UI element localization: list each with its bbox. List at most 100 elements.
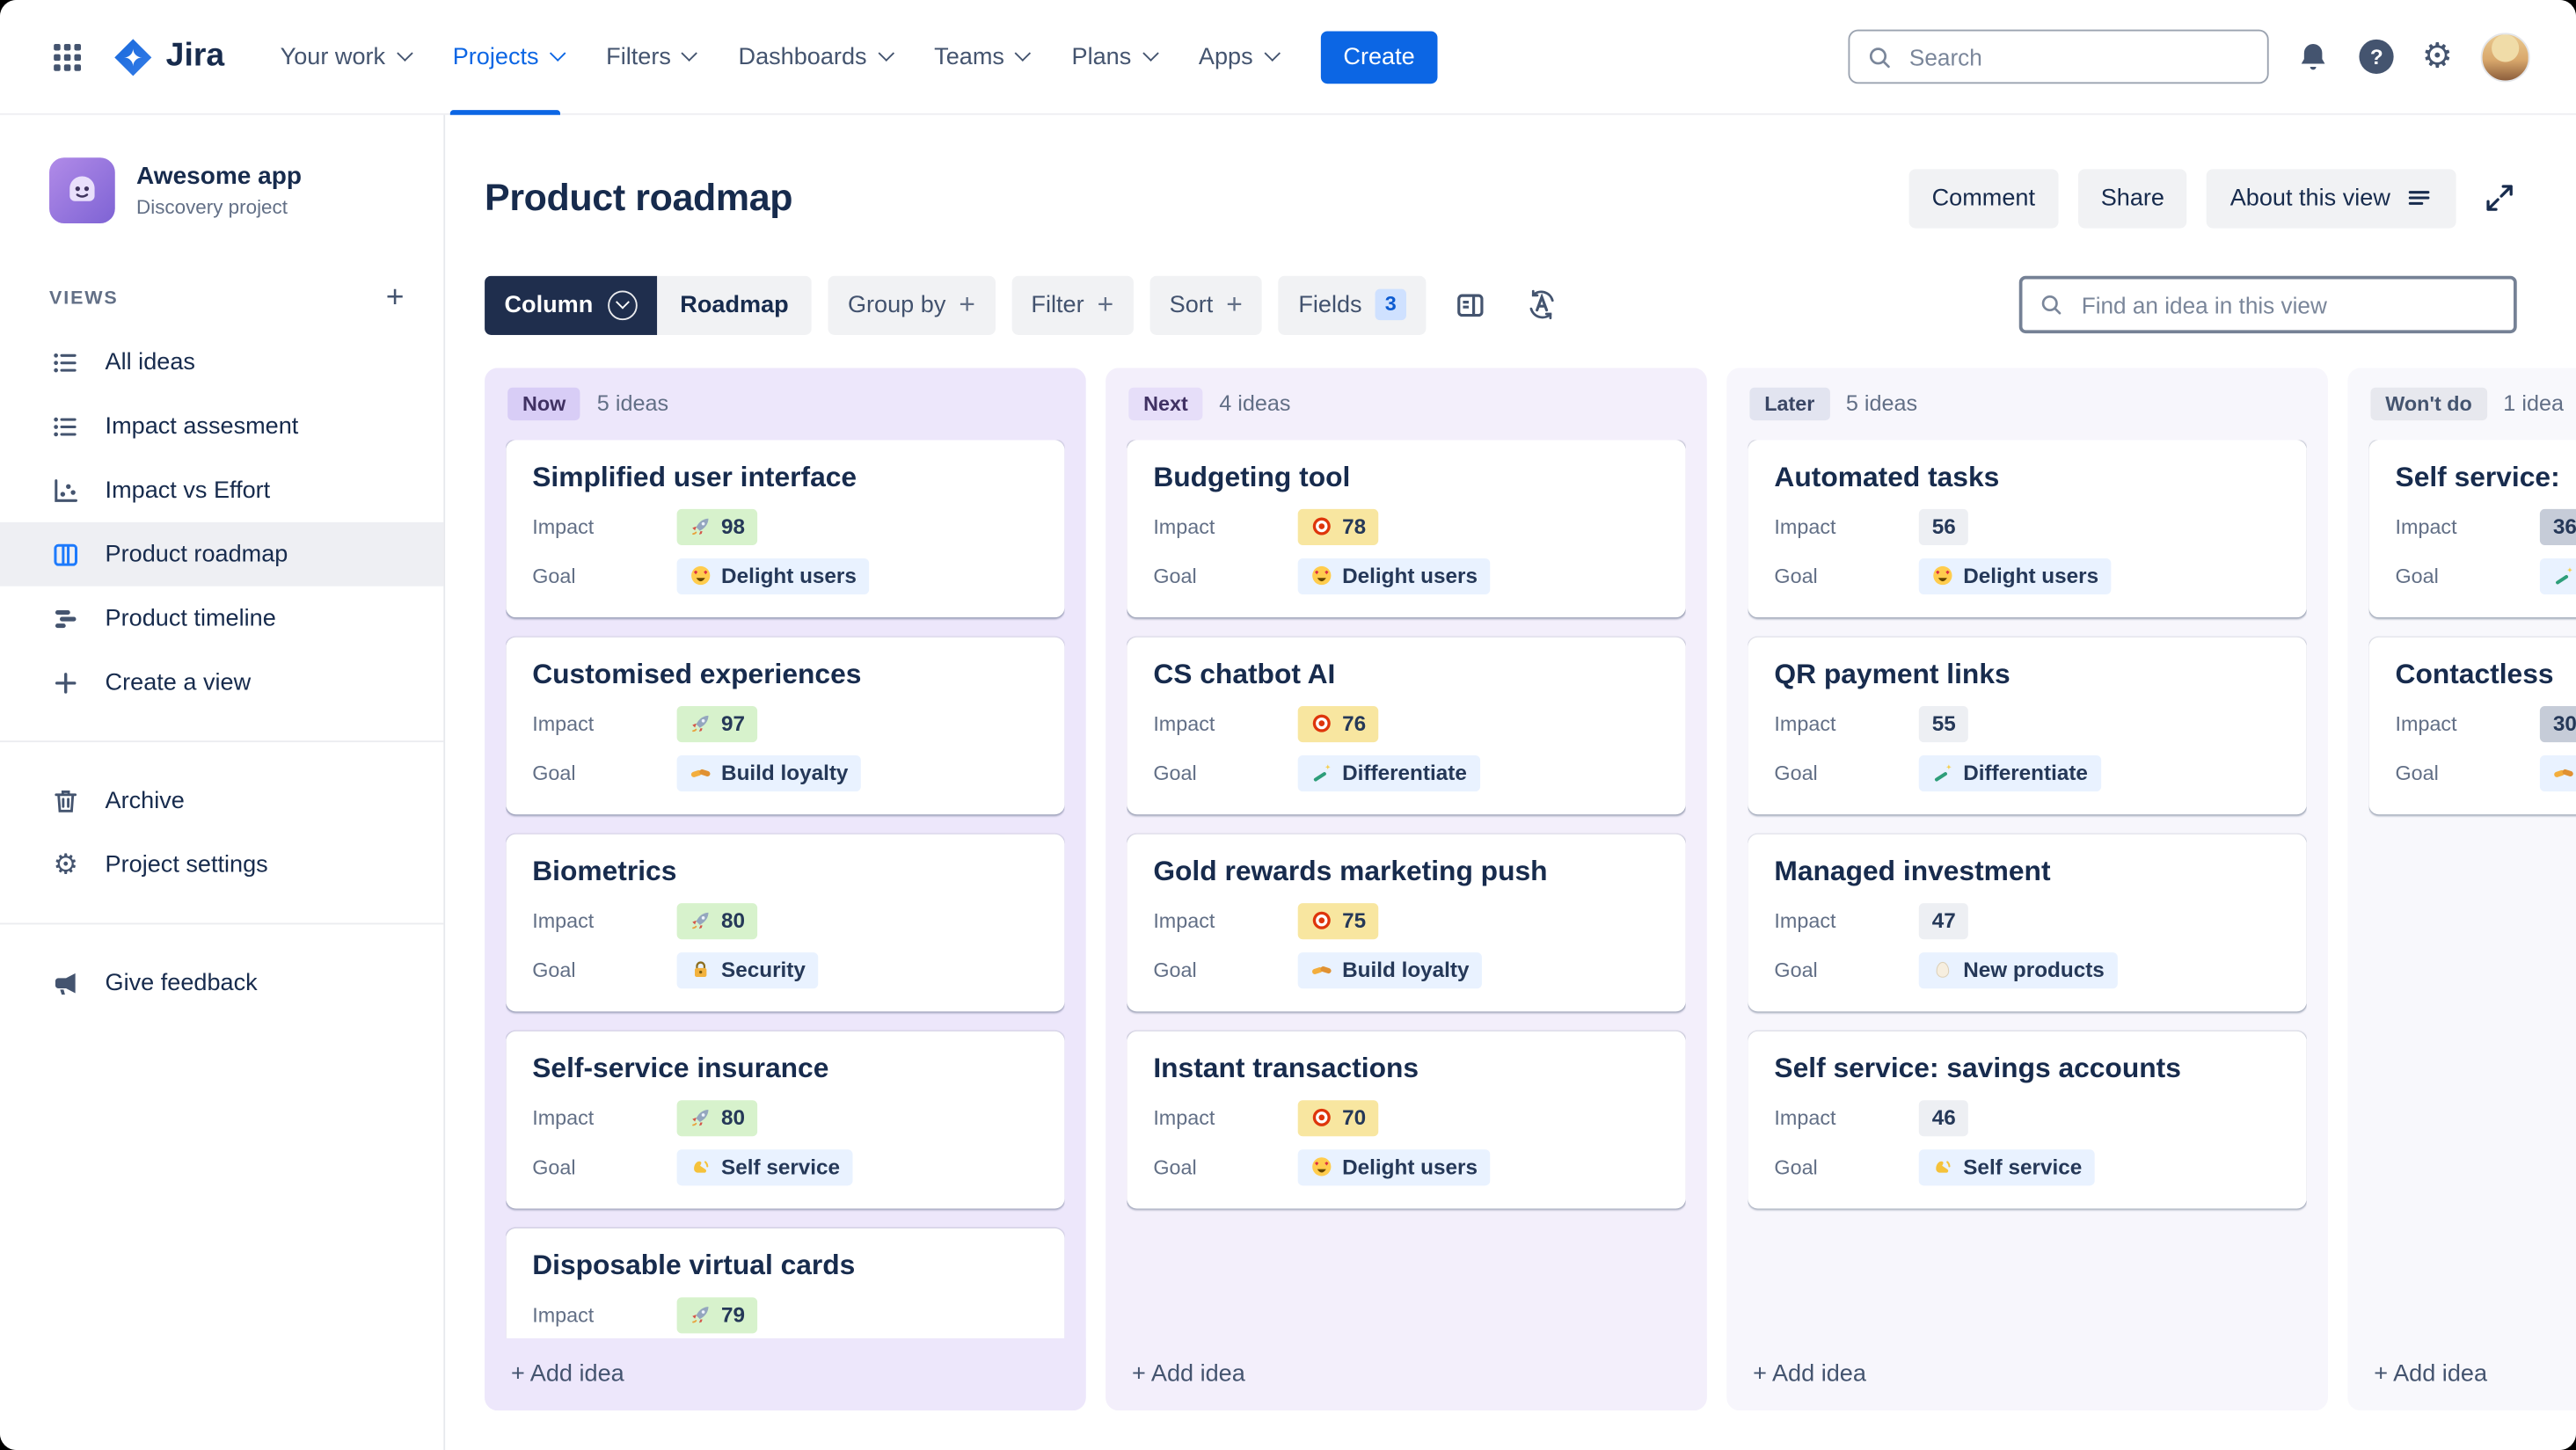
goal-emoji-icon bbox=[1932, 762, 1953, 783]
impact-chip: 55 bbox=[1918, 705, 1969, 742]
user-avatar[interactable] bbox=[2480, 32, 2530, 82]
sidebar-item-product-timeline[interactable]: Product timeline bbox=[0, 587, 443, 651]
sidebar-item-create-a-view[interactable]: Create a view bbox=[0, 651, 443, 715]
goal-label: Self service bbox=[1963, 1155, 2083, 1180]
idea-card[interactable]: Self service: savings accounts Impact 46 Go… bbox=[1748, 1031, 2307, 1209]
idea-card[interactable]: Instant transactions Impact 70 Goal Delight … bbox=[1127, 1031, 1686, 1209]
impact-value: 78 bbox=[1342, 514, 1367, 540]
impact-value: 76 bbox=[1342, 711, 1367, 737]
sidebar-tool-items: Archive ⚙ Project settings bbox=[0, 769, 443, 897]
idea-card[interactable]: Self-service insurance Impact 80 Goal Self s… bbox=[506, 1031, 1065, 1209]
idea-card[interactable]: CS chatbot AI Impact 76 Goal Differentiate bbox=[1127, 637, 1686, 814]
goal-emoji-icon bbox=[690, 959, 712, 980]
idea-card[interactable]: Contactless Impact 30 Goal bbox=[2368, 637, 2576, 814]
add-idea-button[interactable]: + Add idea bbox=[485, 1337, 1086, 1410]
board: Now 5 ideas Simplified user interface Impac… bbox=[485, 367, 2576, 1410]
idea-title: Self service: savings accounts bbox=[1774, 1052, 2181, 1084]
fields-panel-icon[interactable] bbox=[1442, 277, 1499, 332]
field-label-goal: Goal bbox=[532, 1155, 576, 1179]
idea-card[interactable]: Managed investment Impact 47 Goal New produc… bbox=[1748, 834, 2307, 1012]
global-search[interactable] bbox=[1848, 29, 2270, 84]
idea-card[interactable]: Customised experiences Impact 97 Goal Build … bbox=[506, 637, 1065, 814]
nav-item-plans[interactable]: Plans bbox=[1071, 0, 1159, 114]
goal-emoji-icon bbox=[2553, 762, 2574, 783]
sidebar-item-project-settings[interactable]: ⚙ Project settings bbox=[0, 833, 443, 897]
sidebar-item-impact-assesment[interactable]: Impact assesment bbox=[0, 394, 443, 458]
field-label-impact: Impact bbox=[1153, 712, 1215, 736]
app-switcher-icon[interactable] bbox=[49, 39, 85, 75]
add-idea-button[interactable]: + Add idea bbox=[2347, 1337, 2576, 1410]
goal-chip: Build loyalty bbox=[676, 754, 862, 791]
idea-card[interactable]: Automated tasks Impact 56 Goal Delight users bbox=[1748, 440, 2307, 617]
find-idea-search[interactable] bbox=[2018, 276, 2517, 334]
header-actions: Comment Share About this view bbox=[1908, 169, 2456, 229]
goal-chip: Self service bbox=[676, 1148, 854, 1185]
add-view-button[interactable]: + bbox=[386, 282, 405, 313]
find-idea-input[interactable] bbox=[2077, 290, 2498, 320]
sidebar-item-label: Archive bbox=[105, 787, 185, 814]
idea-title: Simplified user interface bbox=[532, 461, 857, 492]
view-type-switcher[interactable]: Column Roadmap bbox=[485, 275, 812, 335]
idea-card[interactable]: Budgeting tool Impact 78 Goal Delight users bbox=[1127, 440, 1686, 617]
fullscreen-icon[interactable] bbox=[2483, 181, 2517, 215]
idea-card[interactable]: Simplified user interface Impact 98 Goal Del… bbox=[506, 440, 1065, 617]
goal-chip: New products bbox=[1918, 951, 2118, 988]
filter-button[interactable]: Filter + bbox=[1011, 275, 1134, 335]
nav-item-teams[interactable]: Teams bbox=[934, 0, 1032, 114]
add-idea-button[interactable]: + Add idea bbox=[1726, 1337, 2328, 1410]
nav-icons: ? ⚙ bbox=[2295, 32, 2530, 82]
sidebar-item-all-ideas[interactable]: All ideas bbox=[0, 330, 443, 394]
goal-label: New products bbox=[1963, 958, 2105, 983]
idea-title: Contactless bbox=[2395, 658, 2554, 689]
goal-chip bbox=[2539, 557, 2576, 594]
idea-card[interactable]: QR payment links Impact 55 Goal Differentiat… bbox=[1748, 637, 2307, 814]
impact-emoji-icon bbox=[690, 713, 712, 734]
comment-button[interactable]: Comment bbox=[1908, 169, 2059, 229]
idea-card[interactable]: Self service: Impact 36 Goal bbox=[2368, 440, 2576, 617]
jira-wordmark: Jira bbox=[165, 37, 225, 75]
nav-item-dashboards[interactable]: Dashboards bbox=[739, 0, 894, 114]
field-label-impact: Impact bbox=[1774, 712, 1836, 736]
add-idea-button[interactable]: + Add idea bbox=[1106, 1337, 1707, 1410]
create-button[interactable]: Create bbox=[1320, 30, 1438, 84]
group-by-button[interactable]: Group by + bbox=[828, 275, 996, 335]
nav-item-projects[interactable]: Projects bbox=[449, 0, 566, 114]
nav-item-label: Plans bbox=[1071, 43, 1132, 70]
fields-button[interactable]: Fields 3 bbox=[1278, 275, 1427, 335]
nav-item-filters[interactable]: Filters bbox=[606, 0, 698, 114]
global-search-input[interactable] bbox=[1906, 41, 2251, 72]
project-header[interactable]: Awesome app Discovery project bbox=[0, 157, 443, 223]
settings-icon[interactable]: ⚙ bbox=[2422, 40, 2453, 74]
idea-card[interactable]: Gold rewards marketing push Impact 75 Goal B… bbox=[1127, 834, 1686, 1012]
impact-value: 46 bbox=[1931, 1105, 1956, 1131]
notifications-icon[interactable] bbox=[2295, 39, 2332, 75]
goal-chip: Security bbox=[676, 951, 819, 988]
app-body: Awesome app Discovery project VIEWS + Al… bbox=[0, 114, 2576, 1450]
sort-button[interactable]: Sort + bbox=[1149, 275, 1263, 335]
sidebar-item-impact-vs-effort[interactable]: Impact vs Effort bbox=[0, 458, 443, 522]
list-icon bbox=[49, 410, 82, 442]
nav-item-apps[interactable]: Apps bbox=[1199, 0, 1281, 114]
chevron-down-icon bbox=[396, 45, 412, 62]
help-icon[interactable]: ? bbox=[2359, 39, 2394, 75]
impact-emoji-icon bbox=[690, 1304, 712, 1325]
about-this-view-button[interactable]: About this view bbox=[2207, 169, 2456, 229]
sidebar-item-give-feedback[interactable]: Give feedback bbox=[0, 951, 443, 1015]
board-icon bbox=[49, 538, 82, 571]
sidebar-footer-items: Give feedback bbox=[0, 951, 443, 1015]
nav-item-your-work[interactable]: Your work bbox=[281, 0, 412, 114]
idea-title: Self-service insurance bbox=[532, 1052, 829, 1084]
jira-logo[interactable]: Jira bbox=[112, 35, 224, 78]
share-button[interactable]: Share bbox=[2077, 169, 2188, 229]
auto-sort-icon[interactable] bbox=[1514, 277, 1571, 332]
sidebar-item-product-roadmap[interactable]: Product roadmap bbox=[0, 521, 444, 587]
idea-card[interactable]: Disposable virtual cards Impact 79 bbox=[506, 1228, 1065, 1338]
sidebar-item-label: Impact assesment bbox=[105, 412, 299, 440]
impact-chip: 78 bbox=[1297, 508, 1380, 545]
field-label-impact: Impact bbox=[532, 909, 595, 933]
idea-card[interactable]: Biometrics Impact 80 Goal Security bbox=[506, 834, 1065, 1012]
field-label-impact: Impact bbox=[2395, 712, 2457, 736]
views-label: VIEWS bbox=[49, 288, 119, 309]
field-label-goal: Goal bbox=[1153, 1155, 1197, 1179]
sidebar-item-archive[interactable]: Archive bbox=[0, 769, 443, 833]
